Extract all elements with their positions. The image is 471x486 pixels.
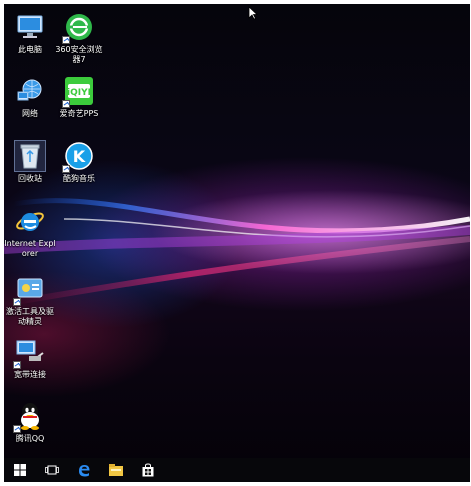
- desktop-icon-iqiyi[interactable]: iQIYI 爱奇艺PPS: [56, 76, 102, 119]
- desktop-icon-label: 网络: [22, 109, 38, 118]
- task-view-icon: [45, 465, 59, 475]
- desktop-icon-internet-explorer[interactable]: Internet Explorer: [4, 206, 56, 259]
- start-icon: [14, 464, 26, 476]
- kugou-icon: K: [62, 141, 94, 173]
- shortcut-arrow-icon: [13, 298, 21, 306]
- taskbar: [4, 458, 470, 482]
- shortcut-arrow-icon: [62, 36, 70, 44]
- edge-icon: [79, 465, 90, 477]
- store-button[interactable]: [132, 458, 164, 482]
- start-button[interactable]: [4, 458, 36, 482]
- desktop-icon-label: 360安全浏览器7: [55, 45, 103, 64]
- mouse-cursor-icon: [248, 6, 258, 20]
- shortcut-arrow-icon: [13, 425, 21, 433]
- desktop-icon-recycle-bin[interactable]: 回收站: [7, 140, 53, 184]
- desktop-icon-label: 腾讯QQ: [15, 434, 45, 443]
- network-icon: [15, 76, 45, 106]
- shortcut-arrow-icon: [13, 361, 21, 369]
- store-icon: [142, 463, 154, 477]
- svg-text:iQIYI: iQIYI: [67, 88, 91, 98]
- driver-tool-icon: [13, 274, 45, 306]
- file-explorer-button[interactable]: [100, 458, 132, 482]
- qq-icon: [13, 401, 45, 433]
- desktop-icon-qq[interactable]: 腾讯QQ: [7, 401, 53, 444]
- desktop-icon-label: 宽带连接: [14, 370, 46, 379]
- desktop[interactable]: 此电脑 网络 回收站 Internet Explorer 激活工具及驱动精灵 宽…: [4, 4, 470, 482]
- edge-button[interactable]: [68, 458, 100, 482]
- computer-icon: [15, 12, 45, 42]
- desktop-icon-network[interactable]: 网络: [7, 76, 53, 119]
- desktop-icon-label: 此电脑: [18, 45, 42, 54]
- desktop-icon-360-browser[interactable]: 360安全浏览器7: [55, 12, 103, 65]
- desktop-icon-driver-tool[interactable]: 激活工具及驱动精灵: [6, 274, 54, 327]
- shortcut-arrow-icon: [62, 165, 70, 173]
- desktop-icon-label: 激活工具及驱动精灵: [6, 307, 54, 326]
- broadband-icon: [13, 337, 45, 369]
- shortcut-arrow-icon: [62, 100, 70, 108]
- desktop-icon-label: 回收站: [18, 174, 42, 183]
- browser-360-icon: [62, 12, 94, 44]
- desktop-icon-broadband[interactable]: 宽带连接: [7, 337, 53, 380]
- iqiyi-icon: iQIYI: [62, 76, 94, 108]
- task-view-button[interactable]: [36, 458, 68, 482]
- desktop-icon-this-pc[interactable]: 此电脑: [7, 12, 53, 55]
- svg-text:K: K: [73, 147, 86, 166]
- desktop-icon-kugou[interactable]: K 酷狗音乐: [56, 141, 102, 184]
- internet-explorer-icon: [15, 206, 45, 236]
- desktop-icon-label: 爱奇艺PPS: [59, 109, 99, 118]
- desktop-icon-label: Internet Explorer: [4, 239, 56, 258]
- recycle-bin-icon: [14, 140, 46, 172]
- file-explorer-icon: [109, 464, 123, 476]
- desktop-icon-label: 酷狗音乐: [63, 174, 95, 183]
